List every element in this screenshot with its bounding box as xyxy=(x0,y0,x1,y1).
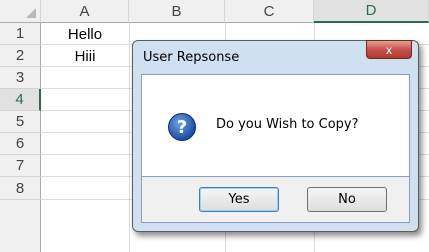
row-header-2[interactable]: 2 xyxy=(0,45,41,67)
cell-a2[interactable]: Hiii xyxy=(41,45,129,67)
column-header-d[interactable]: D xyxy=(314,0,429,23)
row-header-1[interactable]: 1 xyxy=(0,23,41,45)
column-header-a[interactable]: A xyxy=(41,0,129,23)
question-icon: ? xyxy=(168,113,196,141)
column-header-b[interactable]: B xyxy=(129,0,225,23)
row-header-8[interactable]: 8 xyxy=(0,177,41,200)
dialog-message: Do you Wish to Copy? xyxy=(216,117,359,132)
cell-a1[interactable]: Hello xyxy=(41,23,129,45)
no-button[interactable]: No xyxy=(307,187,387,212)
select-all-corner[interactable] xyxy=(0,0,41,23)
row-header-spacer xyxy=(0,200,41,252)
user-response-dialog: User Repsonse x ? Do you Wish to Copy? Y… xyxy=(132,40,419,232)
dialog-content: ? Do you Wish to Copy? xyxy=(141,74,410,177)
column-header-c[interactable]: C xyxy=(225,0,314,23)
row-header-5[interactable]: 5 xyxy=(0,111,41,133)
close-icon: x xyxy=(386,42,392,57)
row-header-7[interactable]: 7 xyxy=(0,155,41,177)
row-header-6[interactable]: 6 xyxy=(0,133,41,155)
gridline xyxy=(129,23,130,252)
row-header-4[interactable]: 4 xyxy=(0,89,41,111)
yes-button[interactable]: Yes xyxy=(199,187,279,212)
dialog-title: User Repsonse xyxy=(143,49,240,65)
row-header-3[interactable]: 3 xyxy=(0,67,41,89)
close-button[interactable]: x xyxy=(366,40,412,59)
